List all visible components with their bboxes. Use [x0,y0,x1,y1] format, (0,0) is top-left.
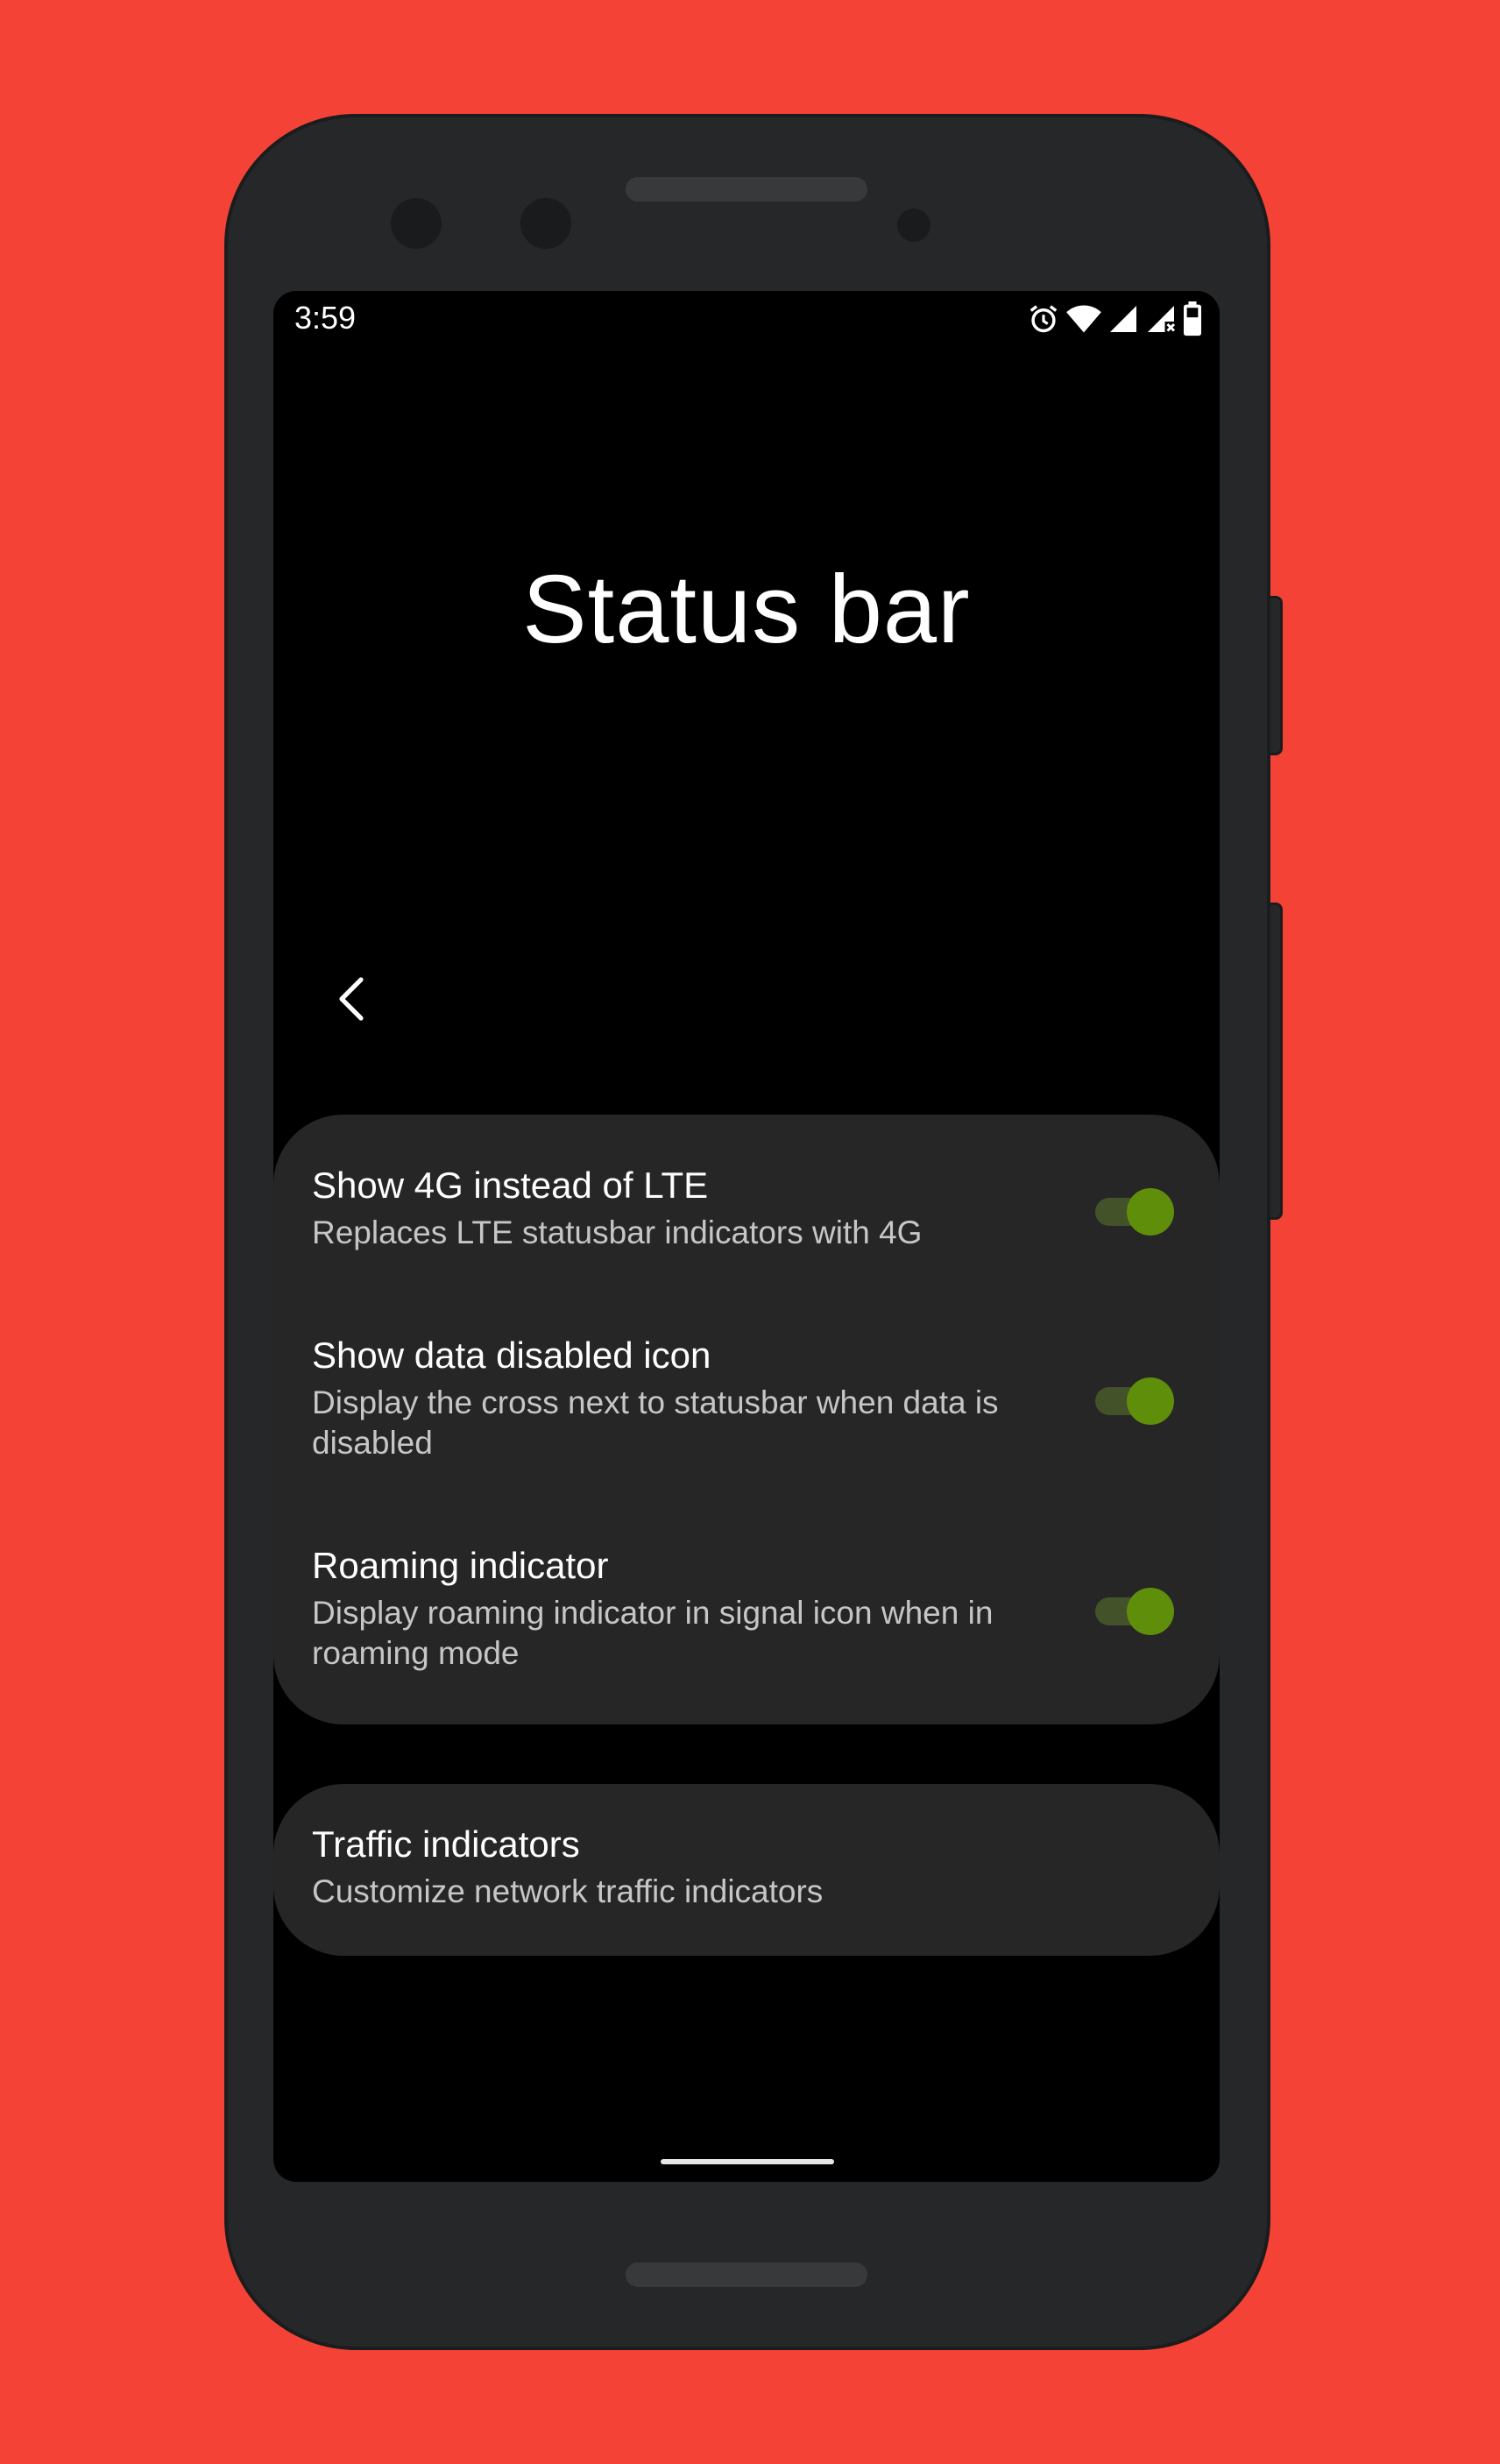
pref-summary: Replaces LTE statusbar indicators with 4… [312,1214,923,1250]
signal-disabled-icon [1144,303,1178,335]
pref-title: Show data disabled icon [312,1335,711,1376]
toggle-thumb [1127,1188,1174,1236]
toggle-thumb [1127,1588,1174,1635]
alarm-icon [1027,302,1060,336]
front-sensor-icon [520,198,571,249]
screen: 3:59 Status bar Show 4G instead of LTE R… [273,291,1220,2182]
pref-summary: Display the cross next to statusbar when… [312,1384,999,1461]
battery-icon [1183,301,1202,336]
pref-title: Show 4G instead of LTE [312,1165,709,1206]
background: 3:59 Status bar Show 4G instead of LTE R… [0,0,1500,2464]
pref-summary: Customize network traffic indicators [312,1873,824,1909]
home-gesture-bar[interactable] [661,2159,834,2164]
pref-traffic-indicators: Traffic indicators Customize network tra… [312,1823,1065,1912]
chevron-left-icon [335,974,370,1028]
toggle-show-4g[interactable] [1095,1185,1174,1237]
status-bar: 3:59 [273,291,1220,347]
earpiece-speaker [626,177,867,202]
pref-roaming-indicator[interactable]: Roaming indicator Display roaming indica… [312,1544,1065,1674]
front-camera-icon [391,198,442,249]
preferences-card: Show 4G instead of LTE Replaces LTE stat… [273,1115,1220,1724]
page-title: Status bar [522,556,971,663]
status-icons [1027,301,1202,336]
toggle-roaming-indicator[interactable] [1095,1584,1174,1637]
pref-summary: Display roaming indicator in signal icon… [312,1595,994,1671]
pref-title: Roaming indicator [312,1545,609,1586]
back-button[interactable] [317,966,387,1036]
pref-title: Traffic indicators [312,1823,580,1865]
signal-icon [1107,303,1139,335]
toggle-thumb [1127,1377,1174,1425]
wifi-icon [1065,302,1102,336]
pref-show-4g[interactable]: Show 4G instead of LTE Replaces LTE stat… [312,1164,1065,1253]
toggle-data-disabled-icon[interactable] [1095,1374,1174,1427]
status-time: 3:59 [294,300,357,336]
bottom-speaker [626,2262,867,2287]
traffic-indicators-item[interactable]: Traffic indicators Customize network tra… [273,1784,1220,1956]
proximity-sensor-icon [897,209,930,242]
pref-data-disabled-icon[interactable]: Show data disabled icon Display the cros… [312,1334,1065,1463]
